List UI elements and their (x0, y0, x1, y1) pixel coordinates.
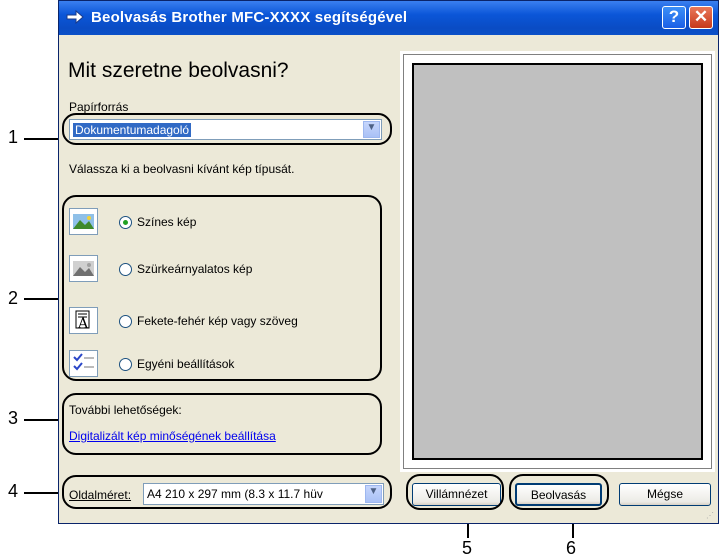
cancel-button[interactable]: Mégse (619, 483, 711, 506)
resize-grip-icon[interactable]: ⋰ (706, 511, 716, 521)
callout-1: 1 (8, 127, 19, 147)
callout-4: 4 (8, 481, 19, 501)
title-bar: Beolvasás Brother MFC-XXXX segítségével … (59, 1, 718, 35)
callout-oval-5 (406, 474, 504, 510)
callout-oval-4 (62, 475, 392, 509)
callout-oval-3 (62, 393, 382, 455)
paper-source-label: Papírforrás (69, 100, 129, 114)
preview-page (412, 63, 703, 460)
callout-oval-1 (62, 113, 392, 145)
page-title: Mit szeretne beolvasni? (68, 59, 289, 82)
callout-oval-2 (62, 195, 382, 381)
preview-frame (403, 54, 712, 469)
scanner-arrow-icon (66, 9, 84, 25)
callout-2: 2 (8, 288, 19, 308)
callout-6: 6 (566, 538, 577, 558)
callout-3: 3 (8, 408, 19, 428)
close-button[interactable]: ✕ (689, 6, 713, 29)
callout-5: 5 (462, 538, 473, 558)
help-button[interactable]: ? (662, 6, 686, 29)
preview-area (400, 51, 715, 472)
window-title: Beolvasás Brother MFC-XXXX segítségével (91, 9, 408, 26)
image-type-prompt: Válassza ki a beolvasni kívánt kép típus… (69, 162, 295, 176)
callout-oval-6 (509, 474, 609, 510)
